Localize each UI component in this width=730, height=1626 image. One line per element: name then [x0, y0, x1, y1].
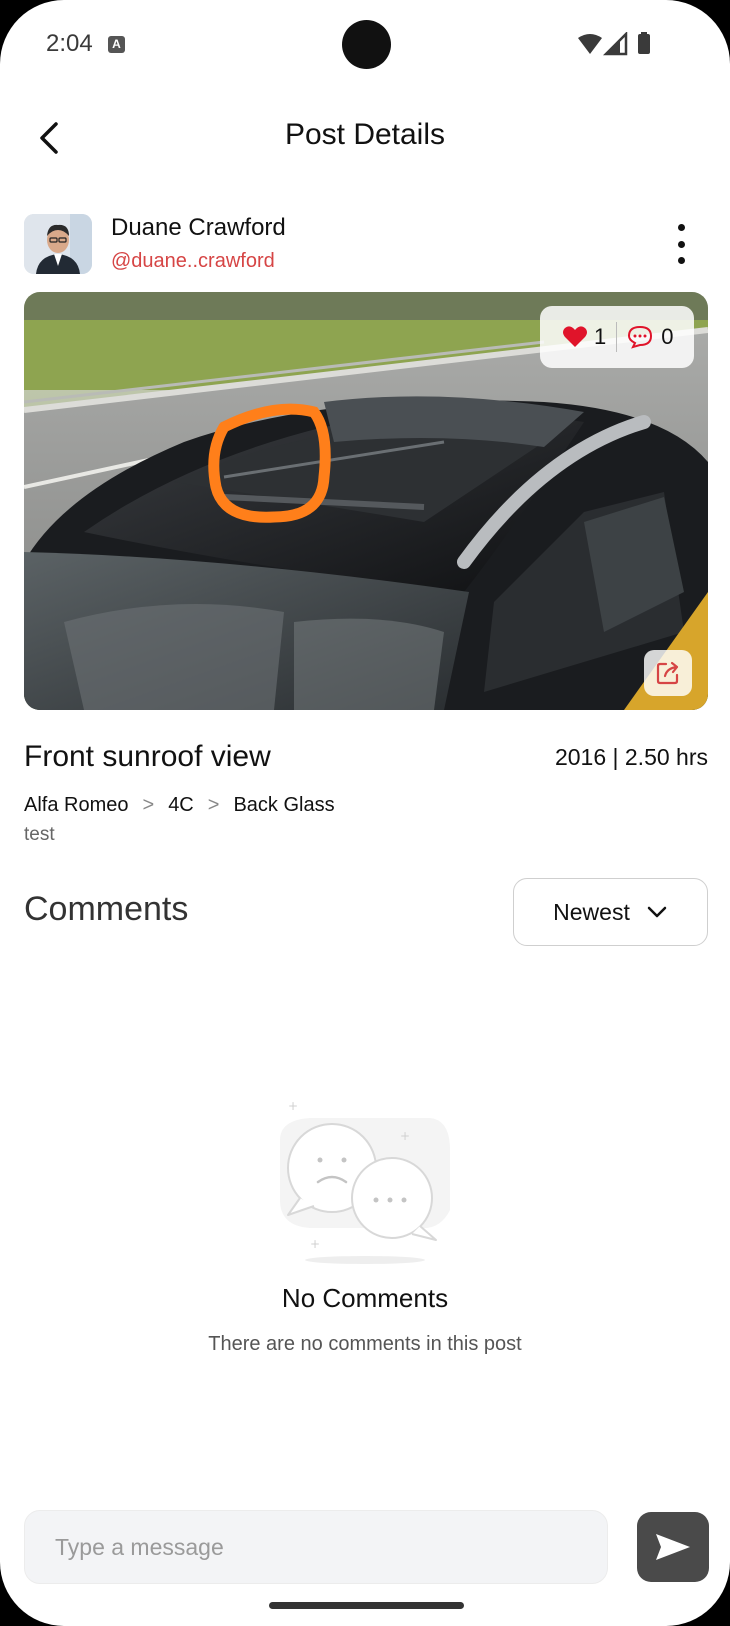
more-options-button[interactable]	[668, 224, 694, 264]
empty-state-title: No Comments	[281, 1283, 449, 1313]
breadcrumb-separator: >	[207, 794, 220, 816]
heart-icon[interactable]	[562, 325, 588, 349]
chevron-down-icon	[647, 906, 667, 918]
share-icon	[656, 661, 679, 685]
share-button[interactable]	[644, 650, 692, 696]
author-name[interactable]: Duane Crawford	[111, 214, 286, 242]
send-icon	[656, 1534, 690, 1560]
send-button[interactable]	[637, 1512, 709, 1582]
comment-icon[interactable]	[627, 325, 653, 349]
status-icons	[578, 32, 650, 56]
front-camera	[342, 20, 391, 69]
wifi-icon	[578, 34, 602, 54]
sort-dropdown[interactable]: Newest	[513, 878, 708, 946]
status-time: 2:04	[46, 30, 93, 57]
home-indicator[interactable]	[269, 1602, 464, 1609]
svg-text:+: +	[288, 1100, 298, 1113]
svg-text:+: +	[310, 1237, 320, 1251]
message-input[interactable]	[24, 1510, 608, 1584]
post-title: Front sunroof view	[24, 740, 271, 773]
comments-count: 0	[661, 324, 674, 349]
screen: 2:04 A Post Details Duane Crawford @duan…	[0, 0, 730, 1626]
post-meta: 2016 | 2.50 hrs	[554, 744, 708, 770]
post-image[interactable]: 1 0	[24, 292, 708, 710]
breadcrumb-part[interactable]: Back Glass	[233, 794, 334, 817]
breadcrumb-model[interactable]: 4C	[168, 794, 194, 817]
breadcrumb-make[interactable]: Alfa Romeo	[24, 794, 129, 817]
comments-title: Comments	[24, 890, 189, 928]
a-icon: A	[108, 36, 125, 53]
empty-state-subtitle: There are no comments in this post	[208, 1333, 522, 1355]
author-handle[interactable]: @duane..crawford	[111, 250, 275, 273]
avatar[interactable]	[24, 214, 92, 274]
post-description: test	[24, 824, 55, 845]
empty-comments-illustration: + + +	[280, 1100, 450, 1264]
battery-icon	[638, 34, 650, 54]
likes-count: 1	[594, 324, 607, 349]
post-stats: 1 0	[540, 306, 694, 368]
page-title: Post Details	[284, 118, 446, 151]
breadcrumb-separator: >	[142, 794, 155, 816]
svg-text:+: +	[400, 1129, 410, 1143]
breadcrumb: Alfa Romeo > 4C > Back Glass	[24, 794, 335, 817]
more-vertical-icon	[677, 224, 685, 231]
sort-selected-label: Newest	[553, 898, 630, 925]
